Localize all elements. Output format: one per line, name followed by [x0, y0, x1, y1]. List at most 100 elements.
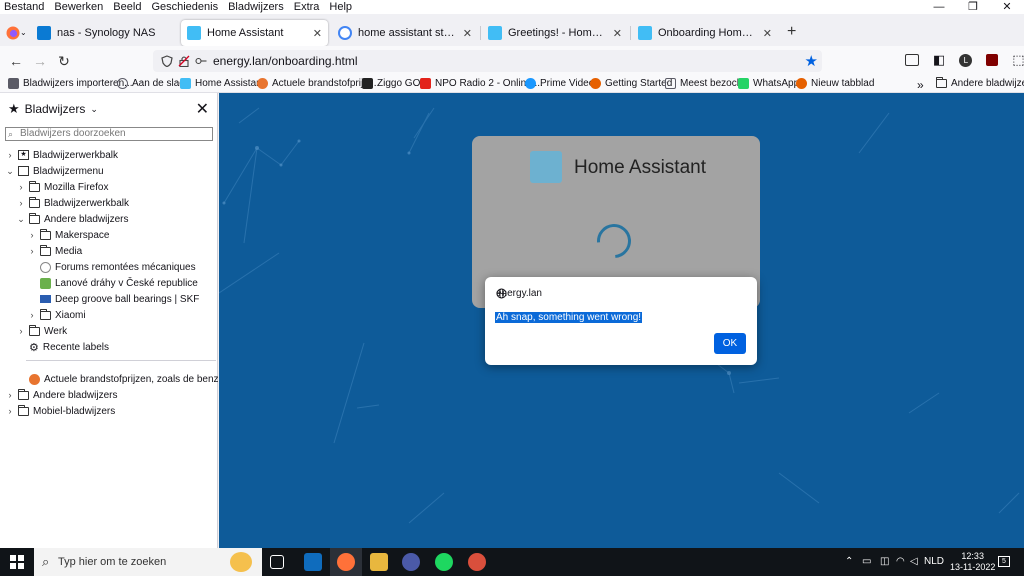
notifications-icon[interactable]: 5 — [998, 556, 1010, 567]
shield-icon[interactable] — [161, 55, 173, 67]
chevron-right-icon[interactable]: › — [6, 390, 14, 400]
tab-google-search[interactable]: home assistant stuck onboarding ✕ — [332, 20, 478, 46]
media-player-icon[interactable] — [402, 553, 420, 571]
tree-item[interactable]: › Werk — [17, 323, 67, 339]
chevron-right-icon[interactable]: › — [28, 246, 36, 256]
snipping-tool-icon[interactable] — [468, 553, 486, 571]
bookmark-import[interactable]: Bladwijzers importeren... — [8, 78, 132, 89]
bookmark-getting-started[interactable]: Getting Started — [590, 78, 672, 89]
share-icon[interactable]: ⬚ — [1012, 52, 1024, 68]
tab-onboarding[interactable]: Onboarding Home Assistant - H ✕ — [632, 20, 778, 46]
minimize-button[interactable]: — — [922, 0, 956, 14]
chevron-right-icon[interactable]: › — [17, 198, 25, 208]
chevron-right-icon[interactable]: › — [28, 310, 36, 320]
tree-item[interactable]: › Andere bladwijzers — [6, 387, 118, 403]
file-explorer-icon[interactable] — [370, 553, 388, 571]
tree-item[interactable]: › Makerspace — [28, 227, 109, 243]
network-icon[interactable]: ◫ — [880, 556, 889, 567]
taskbar-search-input[interactable]: ⌕ Typ hier om te zoeken — [34, 548, 262, 576]
bookmark-meest-bezocht[interactable]: Meest bezocht — [665, 78, 745, 89]
insecure-lock-icon[interactable] — [178, 55, 190, 67]
bookmark-whatsapp[interactable]: WhatsApp — [738, 78, 799, 89]
pocket-icon[interactable] — [905, 54, 919, 66]
spotify-icon[interactable] — [435, 553, 453, 571]
url-text[interactable]: energy.lan/onboarding.html — [213, 54, 358, 68]
menu-help[interactable]: Help — [324, 1, 357, 13]
menu-bestand[interactable]: Bestand — [0, 1, 49, 13]
account-icon[interactable]: L — [959, 53, 973, 67]
sidebar-header[interactable]: ★ Bladwijzers ⌄ — [8, 101, 98, 117]
tab-synology[interactable]: nas - Synology NAS — [31, 20, 177, 46]
chevron-up-icon[interactable]: ⌃ — [845, 556, 853, 567]
tree-item[interactable]: ⚙ Recente labels — [17, 339, 109, 355]
bookmark-brandstofprijzen[interactable]: Actuele brandstofprijz... — [257, 78, 377, 89]
tree-item[interactable]: › Mozilla Firefox — [17, 179, 108, 195]
back-arrow-icon[interactable]: ← — [8, 53, 24, 69]
tree-label: Xiaomi — [55, 309, 86, 321]
close-tab-icon[interactable]: ✕ — [463, 27, 472, 40]
battery-icon[interactable]: ▭ — [862, 556, 871, 567]
tab-home-assistant[interactable]: Home Assistant ✕ — [181, 20, 328, 46]
bookmark-search-input[interactable]: ⌕ Bladwijzers doorzoeken — [5, 127, 213, 141]
reload-icon[interactable]: ↻ — [56, 53, 72, 69]
ok-button[interactable]: OK — [714, 333, 746, 354]
bookmark-aan-de-slag[interactable]: Aan de slag — [117, 78, 185, 89]
firefox-icon[interactable] — [337, 553, 355, 571]
tree-item[interactable]: › ★ Bladwijzerwerkbalk — [6, 147, 119, 163]
tree-item[interactable]: Deep groove ball bearings | SKF — [28, 291, 199, 307]
permissions-key-icon[interactable] — [195, 56, 207, 66]
menu-bewerken[interactable]: Bewerken — [49, 1, 108, 13]
clock[interactable]: 12:33 13-11-2022 — [950, 551, 995, 573]
tree-item[interactable]: ⌄ Bladwijzermenu — [6, 163, 103, 179]
bookmarks-overflow-button[interactable]: » — [917, 78, 924, 92]
bookmark-prime-video[interactable]: Prime Video — [525, 78, 594, 89]
close-tab-icon[interactable]: ✕ — [763, 27, 772, 40]
list-tabs-icon[interactable]: ⌄ — [20, 28, 27, 37]
tree-item[interactable]: › Mobiel-bladwijzers — [6, 403, 115, 419]
tree-item[interactable]: › Media — [28, 243, 82, 259]
url-bar[interactable]: energy.lan/onboarding.html ★ — [153, 50, 822, 72]
language-indicator[interactable]: NLD — [924, 556, 944, 567]
extensions-icon[interactable]: ◧ — [933, 52, 945, 68]
bookmark-home-assistant[interactable]: Home Assistant — [180, 78, 264, 89]
sidebar-title: Bladwijzers — [24, 102, 86, 116]
menu-bladwijzers[interactable]: Bladwijzers — [223, 1, 289, 13]
tree-item[interactable]: Forums remontées mécaniques — [28, 259, 196, 275]
new-tab-button[interactable]: + — [787, 23, 796, 41]
tab-greetings[interactable]: Greetings! - Home Assistant Con ✕ — [482, 20, 628, 46]
menu-beeld[interactable]: Beeld — [108, 1, 146, 13]
menu-extra[interactable]: Extra — [289, 1, 325, 13]
volume-icon[interactable]: ◁ — [910, 556, 918, 567]
chevron-down-icon[interactable]: ⌄ — [6, 166, 14, 177]
star-icon: ★ — [8, 101, 20, 116]
tree-item[interactable]: › Bladwijzerwerkbalk — [17, 195, 129, 211]
ublock-icon[interactable] — [986, 54, 999, 66]
tree-item[interactable]: ⌄ Andere bladwijzers — [17, 211, 129, 227]
chevron-down-icon[interactable]: ⌄ — [17, 214, 25, 225]
close-icon[interactable]: ✕ — [196, 99, 209, 119]
close-window-button[interactable]: ✕ — [990, 0, 1024, 14]
forward-arrow-icon[interactable]: → — [32, 53, 48, 69]
chevron-right-icon[interactable]: › — [17, 182, 25, 192]
chevron-right-icon[interactable]: › — [28, 230, 36, 240]
tree-item[interactable]: › Xiaomi — [28, 307, 86, 323]
close-tab-icon[interactable]: ✕ — [313, 27, 322, 40]
bookmark-ziggo[interactable]: Ziggo GO — [362, 78, 420, 89]
chevron-right-icon[interactable]: › — [6, 150, 14, 160]
bookmark-andere-bladwijzers[interactable]: Andere bladwijzers — [936, 77, 1024, 89]
bookmark-nieuw-tabblad[interactable]: Nieuw tabblad — [796, 78, 874, 89]
bookmarks-toolbar-icon: ★ — [18, 150, 29, 160]
chevron-right-icon[interactable]: › — [6, 406, 14, 416]
outlook-icon[interactable] — [304, 553, 322, 571]
restore-button[interactable]: ❐ — [956, 0, 990, 14]
menu-geschiedenis[interactable]: Geschiedenis — [146, 1, 223, 13]
wifi-icon[interactable]: ◠ — [896, 556, 905, 567]
task-view-icon[interactable] — [270, 555, 284, 569]
chevron-right-icon[interactable]: › — [17, 326, 25, 336]
bookmark-star-icon[interactable]: ★ — [805, 52, 818, 70]
c-icon — [257, 78, 268, 89]
tree-item[interactable]: Lanové dráhy v České republice — [28, 275, 198, 291]
windows-start-icon[interactable] — [10, 555, 24, 569]
firefox-icon[interactable] — [6, 26, 20, 40]
close-tab-icon[interactable]: ✕ — [613, 27, 622, 40]
